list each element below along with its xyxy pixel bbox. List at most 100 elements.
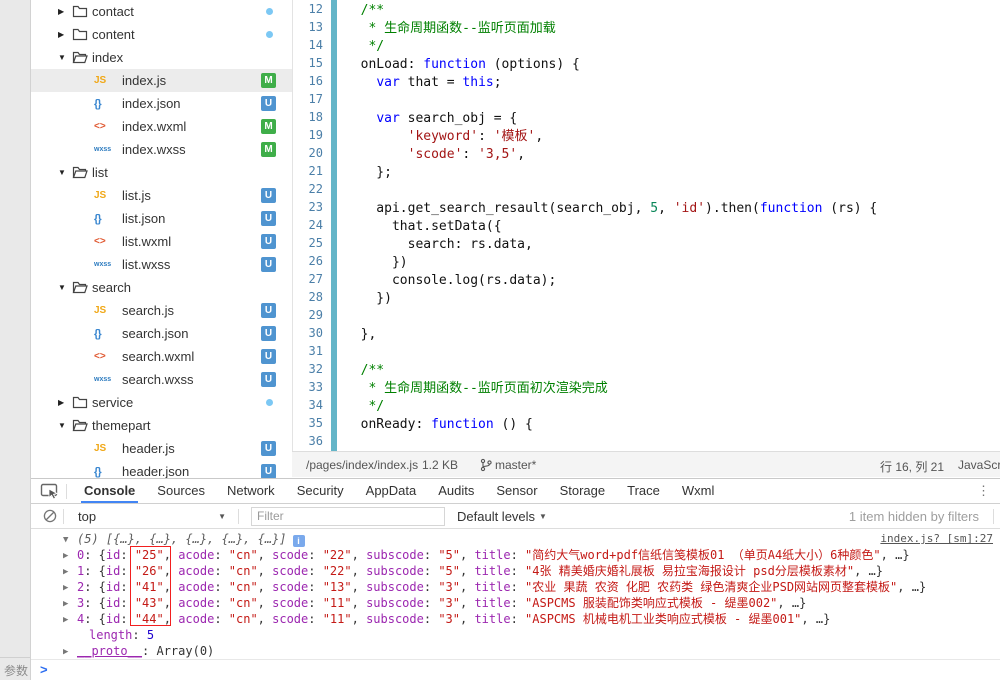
line-number: 15 — [293, 56, 331, 74]
console-filter-input[interactable] — [251, 507, 445, 526]
tab-network[interactable]: Network — [216, 479, 286, 503]
collapse-triangle-icon[interactable]: ▼ — [63, 532, 68, 548]
params-panel-label[interactable]: 参数 — [4, 662, 28, 679]
file-name: list.json — [122, 211, 165, 226]
expand-triangle-icon[interactable]: ▶ — [63, 644, 68, 659]
expand-triangle-icon[interactable]: ▶ — [63, 580, 68, 596]
prop-key: title — [474, 580, 510, 594]
folder-open-icon — [72, 281, 88, 294]
code-line: 'keyword': '模板', — [345, 128, 1000, 146]
tab-trace[interactable]: Trace — [616, 479, 671, 503]
wxml-file-icon: <> — [94, 121, 118, 132]
tree-folder-themepart[interactable]: ▼themepart — [31, 414, 292, 437]
line-number: 36 — [293, 434, 331, 452]
line-number: 17 — [293, 92, 331, 110]
tree-file-index-wxml[interactable]: <>index.wxmlM — [31, 115, 292, 138]
console-array-item-4[interactable]: ▶4: {id: "44", acode: "cn", scode: "11",… — [31, 611, 1000, 627]
expand-arrow-icon[interactable]: ▶ — [58, 398, 72, 407]
tree-folder-index[interactable]: ▼index — [31, 46, 292, 69]
expand-triangle-icon[interactable]: ▶ — [63, 564, 68, 580]
divider — [63, 509, 64, 524]
wxml-file-icon: <> — [94, 236, 118, 247]
prop-value: "农业 果蔬 农资 化肥 农药类 绿色清爽企业PSD网站网页整套模板" — [525, 580, 897, 594]
tree-file-list-wxss[interactable]: wxsslist.wxssU — [31, 253, 292, 276]
file-name: list.wxml — [122, 234, 171, 249]
expand-triangle-icon[interactable]: ▶ — [63, 612, 68, 628]
code-token: (options) { — [486, 57, 580, 72]
tab-sensor[interactable]: Sensor — [485, 479, 548, 503]
log-levels-value: Default levels — [457, 509, 535, 524]
tree-folder-service[interactable]: ▶service — [31, 391, 292, 414]
more-menu-icon[interactable]: ⋮ — [977, 483, 990, 499]
execution-context-select[interactable]: top ▼ — [70, 509, 232, 524]
tab-wxml[interactable]: Wxml — [671, 479, 726, 503]
file-path: /pages/index/index.js — [306, 458, 418, 472]
tree-file-index-wxss[interactable]: wxssindex.wxssM — [31, 138, 292, 161]
tree-file-list-js[interactable]: JSlist.jsU — [31, 184, 292, 207]
tree-file-header-js[interactable]: JSheader.jsU — [31, 437, 292, 460]
expand-triangle-icon[interactable]: ▶ — [63, 548, 68, 564]
expand-arrow-icon[interactable]: ▶ — [58, 7, 72, 16]
tree-file-search-wxml[interactable]: <>search.wxmlU — [31, 345, 292, 368]
log-levels-select[interactable]: Default levels ▼ — [457, 509, 547, 524]
prop-key: subscode — [366, 596, 424, 610]
collapse-arrow-icon[interactable]: ▼ — [58, 53, 72, 62]
tab-console[interactable]: Console — [73, 479, 146, 503]
tree-folder-contact[interactable]: ▶contact — [31, 0, 292, 23]
tree-file-header-json[interactable]: { }header.jsonU — [31, 460, 292, 478]
console-proto-row[interactable]: ▶__proto__: Array(0) — [31, 643, 1000, 659]
console-source-link[interactable]: index.js? [sm]:27 — [880, 531, 993, 547]
cursor-position[interactable]: 行 16, 列 21 — [880, 458, 944, 475]
expand-triangle-icon[interactable]: ▶ — [63, 596, 68, 612]
tree-folder-search[interactable]: ▼search — [31, 276, 292, 299]
code-token: function — [431, 417, 494, 432]
code-editor[interactable]: 1213141516171819202122232425262728293031… — [292, 0, 1000, 451]
console-array-item-0[interactable]: ▶0: {id: "25", acode: "cn", scode: "22",… — [31, 547, 1000, 563]
annotation-red-box — [130, 546, 171, 626]
tree-folder-content[interactable]: ▶content — [31, 23, 292, 46]
line-number: 29 — [293, 308, 331, 326]
prop-value: "cn" — [229, 580, 258, 594]
prop-key: title — [474, 596, 510, 610]
git-status-badge: U — [261, 96, 276, 111]
console-length-row: length: 5 — [31, 627, 1000, 643]
console-array-item-3[interactable]: ▶3: {id: "43", acode: "cn", scode: "11",… — [31, 595, 1000, 611]
tab-storage[interactable]: Storage — [549, 479, 617, 503]
line-number: 16 — [293, 74, 331, 92]
code-token: onReady: — [345, 417, 431, 432]
git-status-badge: M — [261, 142, 276, 157]
tab-security[interactable]: Security — [286, 479, 355, 503]
folder-closed-icon — [72, 396, 88, 409]
tree-file-search-js[interactable]: JSsearch.jsU — [31, 299, 292, 322]
expand-arrow-icon[interactable]: ▶ — [58, 30, 72, 39]
tab-appdata[interactable]: AppData — [355, 479, 428, 503]
tree-file-search-wxss[interactable]: wxsssearch.wxssU — [31, 368, 292, 391]
git-branch[interactable]: master* — [480, 458, 536, 472]
collapse-arrow-icon[interactable]: ▼ — [58, 421, 72, 430]
inspect-element-icon[interactable] — [40, 482, 60, 500]
file-name: search.wxml — [122, 349, 194, 364]
console-array-item-2[interactable]: ▶2: {id: "41", acode: "cn", scode: "13",… — [31, 579, 1000, 595]
clear-console-icon[interactable] — [43, 509, 57, 523]
console-array-item-1[interactable]: ▶1: {id: "26", acode: "cn", scode: "22",… — [31, 563, 1000, 579]
tree-file-list-wxml[interactable]: <>list.wxmlU — [31, 230, 292, 253]
tree-file-search-json[interactable]: { }search.jsonU — [31, 322, 292, 345]
tree-folder-list[interactable]: ▼list — [31, 161, 292, 184]
tab-sources[interactable]: Sources — [146, 479, 216, 503]
tree-file-list-json[interactable]: { }list.jsonU — [31, 207, 292, 230]
code-content[interactable]: /** * 生命周期函数--监听页面加载 */ onLoad: function… — [345, 2, 1000, 452]
collapse-arrow-icon[interactable]: ▼ — [58, 283, 72, 292]
console-array-preview[interactable]: ▼(5) [{…}, {…}, {…}, {…}, {…}]i index.js… — [31, 531, 1000, 547]
prop-value: "简约大气word+pdf信纸信笺模板01 （单页A4纸大小）6种颜色" — [525, 548, 881, 562]
file-name: header.json — [122, 464, 189, 478]
tree-file-index-json[interactable]: { }index.jsonU — [31, 92, 292, 115]
tab-audits[interactable]: Audits — [427, 479, 485, 503]
line-number: 34 — [293, 398, 331, 416]
collapse-arrow-icon[interactable]: ▼ — [58, 168, 72, 177]
language-mode[interactable]: JavaScript — [958, 458, 1000, 472]
line-number: 20 — [293, 146, 331, 164]
console-prompt[interactable]: > — [31, 659, 1000, 682]
tree-file-index-js[interactable]: JSindex.jsM — [31, 69, 292, 92]
file-name: header.js — [122, 441, 175, 456]
prop-key: id — [106, 612, 120, 626]
